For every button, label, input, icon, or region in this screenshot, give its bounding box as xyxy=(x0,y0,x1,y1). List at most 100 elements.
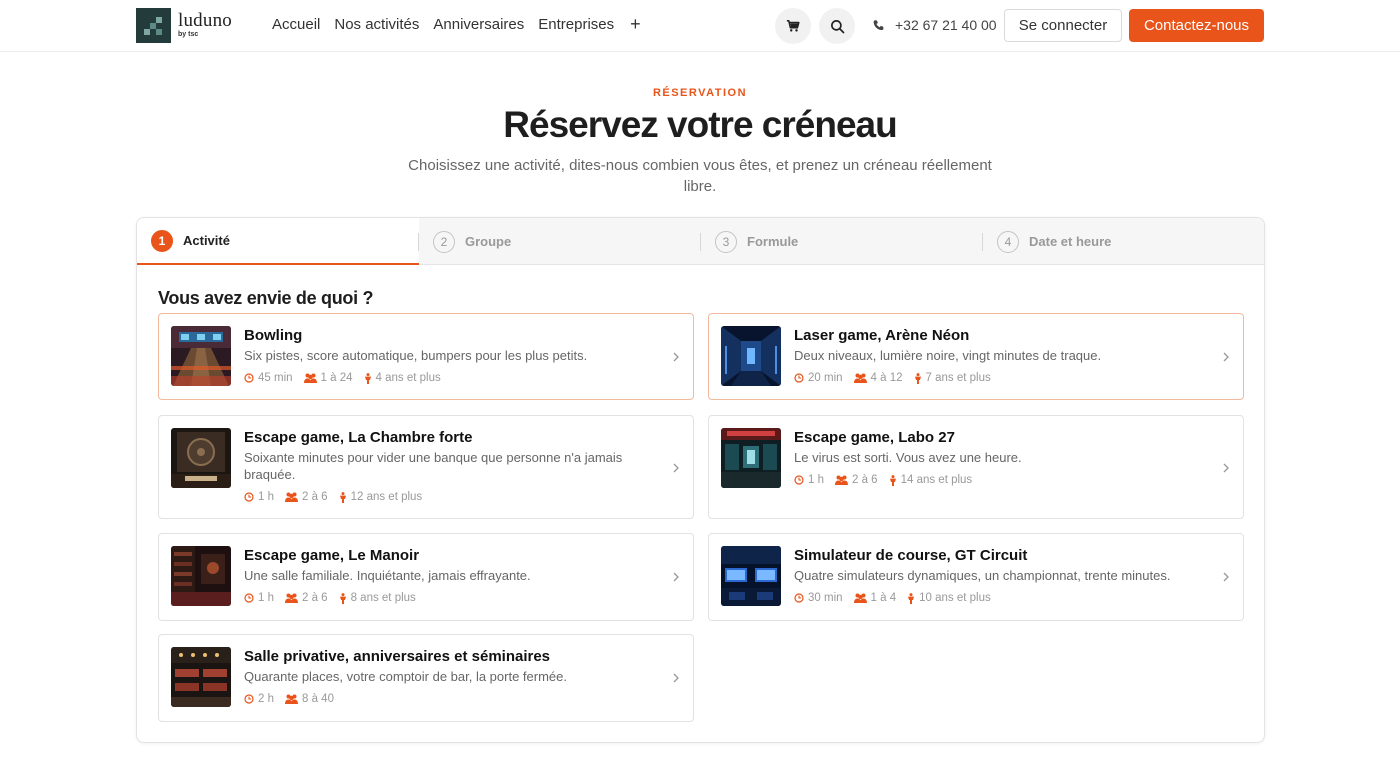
activity-age: 7 ans et plus xyxy=(925,372,991,384)
chevron-right-icon xyxy=(673,352,679,362)
activity-duration: 1 h xyxy=(258,592,274,604)
phone-link[interactable]: +32 67 21 40 00 xyxy=(872,17,997,33)
activity-meta: 45 min 1 à 24 4 ans et plus xyxy=(244,372,441,384)
clock-icon xyxy=(794,373,804,383)
activity-card-labo-27[interactable]: Escape game, Labo 27 Le virus est sorti.… xyxy=(708,415,1244,519)
clock-icon xyxy=(244,373,254,383)
step-label: Date et heure xyxy=(1029,234,1112,249)
contact-button[interactable]: Contactez-nous xyxy=(1129,9,1264,42)
nav-item-anniversaires[interactable]: Anniversaires xyxy=(433,16,524,33)
activity-description: Soixante minutes pour vider une banque q… xyxy=(244,450,623,482)
activity-description: Le virus est sorti. Vous avez une heure. xyxy=(794,450,1022,465)
step-date-heure[interactable]: 4 Date et heure xyxy=(983,218,1264,265)
activity-thumbnail xyxy=(171,326,231,386)
group-icon xyxy=(853,373,867,383)
group-icon xyxy=(835,475,848,485)
person-icon xyxy=(364,372,371,384)
step-number: 4 xyxy=(997,230,1019,253)
chevron-right-icon xyxy=(1223,463,1229,473)
group-icon xyxy=(285,593,298,603)
activity-age: 8 ans et plus xyxy=(350,592,416,604)
activity-name: Bowling xyxy=(244,327,303,344)
nav-item-activites[interactable]: Nos activités xyxy=(334,16,419,33)
activity-duration: 2 h xyxy=(258,693,274,705)
chevron-right-icon xyxy=(673,673,679,683)
chevron-right-icon xyxy=(1223,352,1229,362)
activity-description: Quarante places, votre comptoir de bar, … xyxy=(244,669,568,684)
step-activite[interactable]: 1 Activité xyxy=(137,218,419,265)
login-button[interactable]: Se connecter xyxy=(1004,9,1122,42)
booking-panel: 1 Activité 2 Groupe 3 Formule 4 Date et … xyxy=(136,217,1265,743)
step-label: Formule xyxy=(747,234,799,249)
activity-meta: 1 h 2 à 6 14 ans et plus xyxy=(794,474,972,486)
activity-name: Escape game, Le Manoir xyxy=(244,547,420,564)
activity-age: 12 ans et plus xyxy=(350,491,423,503)
activity-name: Escape game, La Chambre forte xyxy=(244,429,473,446)
clock-icon xyxy=(244,593,254,603)
search-button[interactable] xyxy=(819,8,855,44)
cart-button[interactable] xyxy=(775,8,811,44)
activity-meta: 2 h 8 à 40 xyxy=(244,693,334,705)
activity-name: Salle privative, anniversaires et sémina… xyxy=(244,648,551,665)
page-subtitle: Choisissez une activité, dites-nous comb… xyxy=(408,157,992,195)
activity-group-size: 4 à 12 xyxy=(870,372,903,384)
page-title: Réservez votre créneau xyxy=(503,104,897,145)
person-icon xyxy=(914,372,921,384)
activity-group-size: 1 à 24 xyxy=(320,372,353,384)
brand-name[interactable]: luduno xyxy=(178,10,232,32)
activity-age: 10 ans et plus xyxy=(919,592,991,604)
activity-card-le-manoir[interactable]: Escape game, Le Manoir Une salle familia… xyxy=(158,533,694,621)
activity-group-size: 2 à 6 xyxy=(302,592,328,604)
activity-age: 14 ans et plus xyxy=(900,474,973,486)
clock-icon xyxy=(794,475,804,485)
step-number: 2 xyxy=(433,230,455,253)
activity-name: Laser game, Arène Néon xyxy=(794,327,970,344)
activity-description: Six pistes, score automatique, bumpers p… xyxy=(244,348,588,363)
activity-group-size: 1 à 4 xyxy=(870,592,897,604)
activity-group-size: 2 à 6 xyxy=(302,491,328,503)
activity-thumbnail xyxy=(171,647,231,707)
section-eyebrow: RÉSERVATION xyxy=(652,87,748,99)
clock-icon xyxy=(794,593,804,603)
search-icon xyxy=(830,19,844,33)
booking-steps: 1 Activité 2 Groupe 3 Formule 4 Date et … xyxy=(137,218,1264,265)
activity-name: Escape game, Labo 27 xyxy=(794,429,955,446)
chevron-right-icon xyxy=(1223,572,1229,582)
step-groupe[interactable]: 2 Groupe xyxy=(419,218,701,265)
activity-name: Simulateur de course, GT Circuit xyxy=(794,547,1028,564)
activity-duration: 1 h xyxy=(258,491,274,503)
activity-card-chambre-forte[interactable]: Escape game, La Chambre forte Soixante m… xyxy=(158,415,694,519)
activity-card-bowling[interactable]: Bowling Six pistes, score automatique, b… xyxy=(158,313,694,400)
person-icon xyxy=(889,474,896,486)
activity-meta: 30 min 1 à 4 10 ans et plus xyxy=(794,592,991,604)
phone-number: +32 67 21 40 00 xyxy=(895,17,997,33)
logo-icon[interactable] xyxy=(136,8,171,43)
activity-duration: 1 h xyxy=(808,474,824,486)
cart-icon xyxy=(786,19,800,32)
activity-duration: 45 min xyxy=(258,372,293,384)
activity-meta: 1 h 2 à 6 8 ans et plus xyxy=(244,592,416,604)
step-label: Activité xyxy=(183,233,230,248)
nav-item-accueil[interactable]: Accueil xyxy=(272,16,320,33)
group-icon xyxy=(285,694,298,704)
step-formule[interactable]: 3 Formule xyxy=(701,218,983,265)
activity-description: Quatre simulateurs dynamiques, un champi… xyxy=(794,568,1171,583)
chevron-right-icon xyxy=(673,463,679,473)
nav-more-button[interactable]: + xyxy=(630,15,641,33)
activity-thumbnail xyxy=(171,546,231,606)
activity-thumbnail xyxy=(721,428,781,488)
main-nav: Accueil Nos activités Anniversaires Entr… xyxy=(272,15,641,33)
activity-thumbnail xyxy=(171,428,231,488)
activity-card-salle-privative[interactable]: Salle privative, anniversaires et sémina… xyxy=(158,634,694,722)
group-icon xyxy=(303,373,317,383)
activity-meta: 1 h 2 à 6 12 ans et plus xyxy=(244,491,422,503)
chevron-right-icon xyxy=(673,572,679,582)
activity-card-gt-circuit[interactable]: Simulateur de course, GT Circuit Quatre … xyxy=(708,533,1244,621)
nav-item-entreprises[interactable]: Entreprises xyxy=(538,16,614,33)
brand-sub: by tsc xyxy=(178,31,199,38)
activity-thumbnail xyxy=(721,326,781,386)
activity-card-laser-game[interactable]: Laser game, Arène Néon Deux niveaux, lum… xyxy=(708,313,1244,400)
step-number: 3 xyxy=(715,230,737,253)
activity-age: 4 ans et plus xyxy=(375,372,441,384)
activity-description: Une salle familiale. Inquiétante, jamais… xyxy=(244,568,531,583)
